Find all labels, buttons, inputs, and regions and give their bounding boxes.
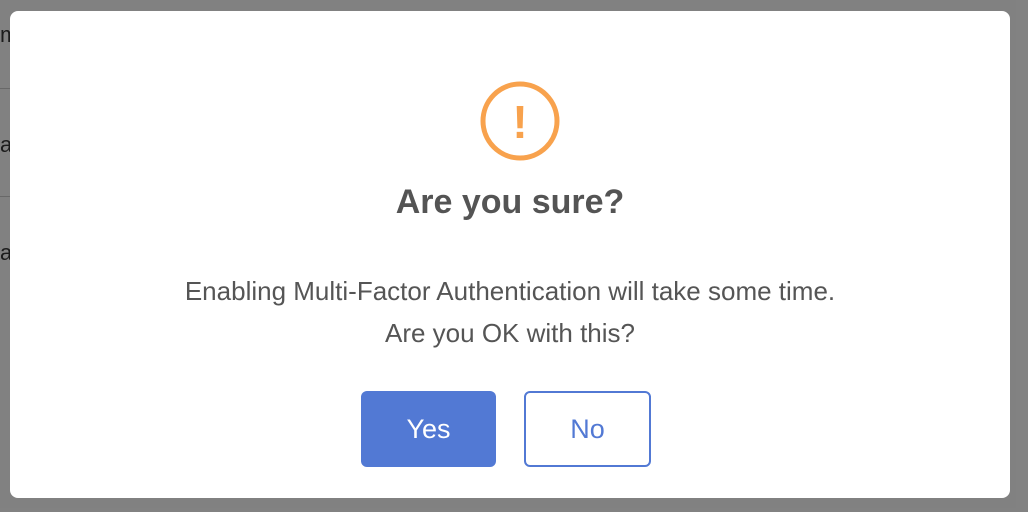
- yes-button[interactable]: Yes: [361, 391, 496, 467]
- confirm-dialog: ! Are you sure? Enabling Multi-Factor Au…: [10, 11, 1010, 498]
- svg-text:!: !: [512, 96, 527, 148]
- no-button[interactable]: No: [524, 391, 651, 467]
- page: m a a ! Are you sure? Enabling Multi-Fac…: [0, 0, 1028, 512]
- dialog-message-line: Are you OK with this?: [385, 318, 635, 348]
- dialog-title: Are you sure?: [395, 183, 625, 221]
- dialog-message: Enabling Multi-Factor Authentication wil…: [10, 270, 1010, 354]
- exclamation-circle-icon: !: [480, 81, 560, 161]
- dialog-message-line: Enabling Multi-Factor Authentication wil…: [184, 276, 836, 306]
